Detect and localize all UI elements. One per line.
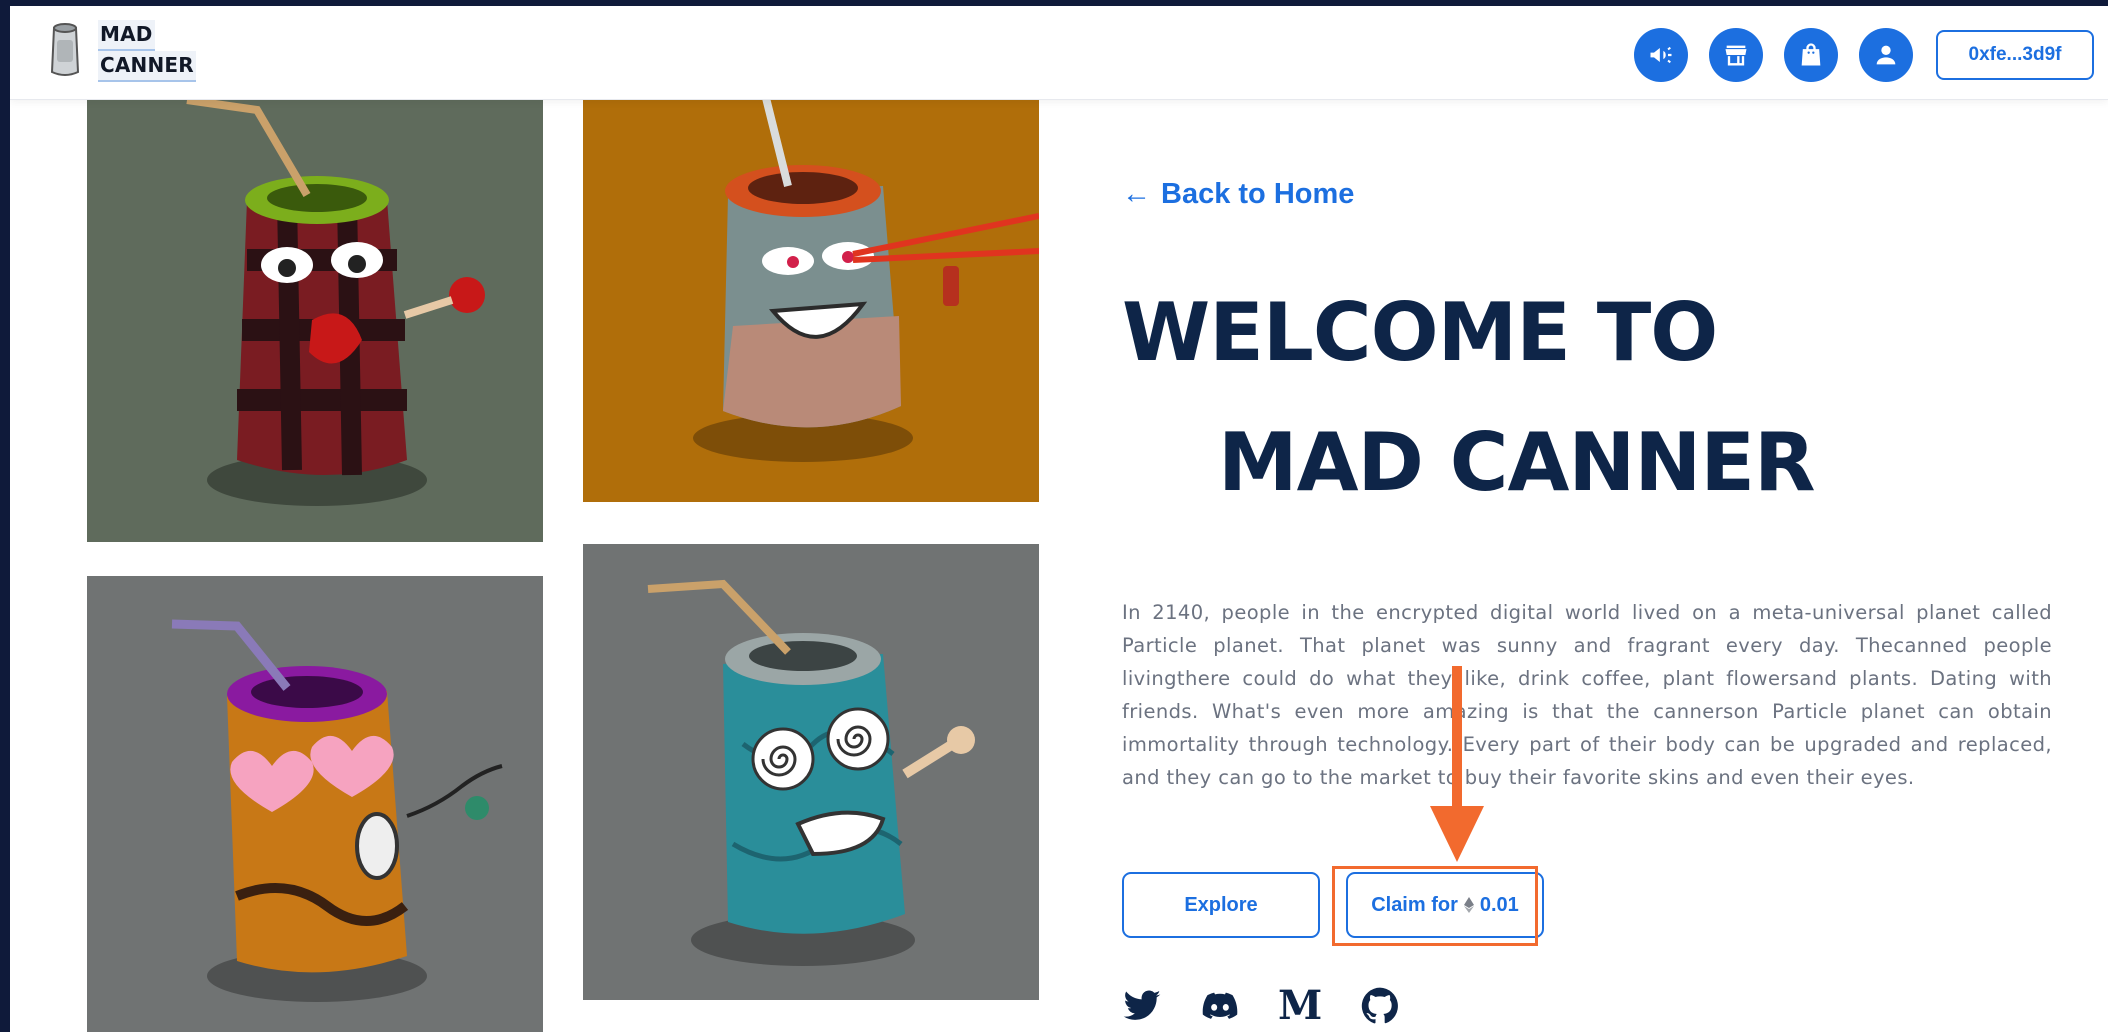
laser-eyes-can-image: [583, 46, 1039, 502]
logo-line1: MAD: [98, 20, 155, 51]
discord-icon[interactable]: [1200, 986, 1240, 1026]
profile-button[interactable]: [1859, 28, 1913, 82]
pointer-arrow-icon: [1430, 666, 1484, 862]
title-line1: WELCOME TO: [1122, 286, 1718, 379]
arrow-left-icon: ←: [1122, 178, 1151, 210]
nft-tile-red-plaid-can[interactable]: [87, 80, 543, 542]
title-line2: MAD CANNER: [1218, 416, 1816, 509]
nft-tile-spiral-eyes-can[interactable]: [583, 544, 1039, 1000]
heart-eyes-can-image: [87, 576, 543, 1032]
red-plaid-can-image: [87, 80, 543, 542]
store-icon: [1725, 45, 1747, 66]
can-logo-icon: [48, 20, 82, 78]
back-link-label: Back to Home: [1161, 178, 1355, 210]
explore-button[interactable]: Explore: [1122, 872, 1320, 938]
header-nav: 0xfe...3d9f: [1634, 28, 2094, 82]
nft-tile-laser-eyes-can[interactable]: [583, 46, 1039, 502]
nft-gallery: [10, 6, 1040, 1032]
wallet-address-button[interactable]: 0xfe...3d9f: [1936, 30, 2094, 80]
user-icon: [1876, 45, 1896, 65]
medium-icon[interactable]: M: [1278, 986, 1322, 1026]
spiral-eyes-can-image: [583, 544, 1039, 1000]
project-description: In 2140, people in the encrypted digital…: [1122, 601, 2052, 789]
shopping-bag-icon: [1801, 43, 1821, 66]
ethereum-icon: [1463, 897, 1474, 913]
logo-line2: CANNER: [98, 51, 196, 82]
announcements-button[interactable]: [1634, 28, 1688, 82]
github-icon[interactable]: [1360, 986, 1400, 1026]
claim-label: Claim for: [1371, 893, 1458, 916]
page-title: WELCOME TO MAD CANNER: [1122, 268, 1816, 528]
marketplace-button[interactable]: [1709, 28, 1763, 82]
page: MAD CANNER 0xfe...3d9f ← Back to Home WE…: [10, 6, 2108, 1032]
back-to-home-link[interactable]: ← Back to Home: [1122, 178, 1354, 211]
claim-button[interactable]: Claim for 0.01: [1346, 872, 1544, 938]
nft-tile-heart-eyes-can[interactable]: [87, 576, 543, 1032]
claim-amount: 0.01: [1479, 893, 1519, 916]
logo-wordmark: MAD CANNER: [98, 20, 196, 82]
twitter-icon[interactable]: [1122, 986, 1162, 1026]
megaphone-icon: [1650, 46, 1672, 64]
site-logo[interactable]: MAD CANNER: [48, 20, 196, 82]
bag-button[interactable]: [1784, 28, 1838, 82]
top-header: MAD CANNER 0xfe...3d9f: [10, 6, 2108, 100]
social-links: M: [1122, 986, 1400, 1026]
